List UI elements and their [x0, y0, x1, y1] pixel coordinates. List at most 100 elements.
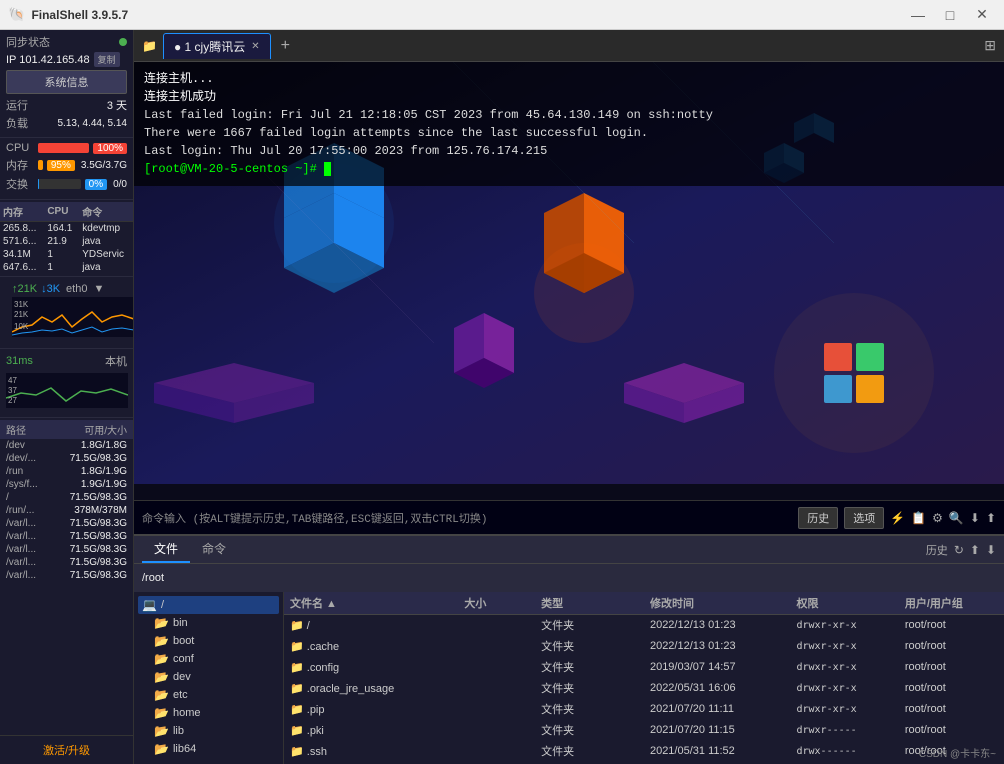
activate-section: 激活/升级: [0, 735, 133, 764]
tree-item[interactable]: 📂boot: [138, 632, 279, 650]
tree-item-label: lib: [173, 725, 184, 737]
file-size: [458, 657, 535, 678]
file-row[interactable]: 📁 .config 文件夹 2019/03/07 14:57 drwxr-xr-…: [284, 657, 1004, 678]
file-icon: 📁: [290, 620, 304, 632]
file-col-header[interactable]: 类型: [535, 592, 644, 615]
terminal[interactable]: 连接主机... 连接主机成功 Last failed login: Fri Ju…: [134, 62, 1004, 534]
file-mtime: 2021/05/31 11:52: [644, 741, 791, 762]
file-col-header[interactable]: 修改时间: [644, 592, 791, 615]
file-type: 文件夹: [535, 699, 644, 720]
copy-ip-button[interactable]: 复制: [94, 52, 120, 67]
titlebar: 🐚 FinalShell 3.9.5.7 — □ ✕: [0, 0, 1004, 30]
file-col-header[interactable]: 大小: [458, 592, 535, 615]
tree-item[interactable]: 💻/: [138, 596, 279, 614]
file-owner: root/root: [899, 720, 1004, 741]
file-mtime: 2022/12/13 01:23: [644, 636, 791, 657]
resources-section: CPU 100% 内存 95% 3.5G/3.7G 交换 0%: [0, 138, 133, 200]
search-icon[interactable]: 🔍: [949, 511, 964, 525]
disk-row: /dev1.8G/1.8G: [0, 439, 133, 452]
file-type: 文件夹: [535, 741, 644, 762]
proc-header-mem[interactable]: 内存: [0, 202, 44, 222]
folder-icon: 💻: [142, 598, 157, 612]
maximize-button[interactable]: □: [936, 4, 964, 26]
latency-chart: 47 37 27: [6, 373, 128, 408]
upload-icon[interactable]: ⬆: [986, 511, 996, 525]
settings-icon[interactable]: ⚙: [932, 511, 943, 525]
tab-commands[interactable]: 命令: [190, 536, 238, 563]
tab-session-1[interactable]: ● 1 cjy腾讯云 ✕: [163, 33, 271, 59]
term-line-2: 连接主机成功: [144, 88, 994, 106]
file-name: 📁 /: [284, 615, 458, 636]
disk-row: /var/l...71.5G/98.3G: [0, 556, 133, 569]
file-row[interactable]: 📁 / 文件夹 2022/12/13 01:23 drwxr-xr-x root…: [284, 615, 1004, 636]
add-tab-button[interactable]: +: [275, 37, 296, 55]
file-row[interactable]: 📁 .oracle_jre_usage 文件夹 2022/05/31 16:06…: [284, 678, 1004, 699]
copy-icon[interactable]: 📋: [911, 511, 926, 525]
svg-text:47: 47: [8, 376, 17, 385]
right-area: 📁 ● 1 cjy腾讯云 ✕ + ⊞: [134, 30, 1004, 764]
file-col-header[interactable]: 文件名 ▲: [284, 592, 458, 615]
file-row[interactable]: 📁 .pip 文件夹 2021/07/20 11:11 drwxr-xr-x r…: [284, 699, 1004, 720]
process-table: 内存 CPU 命令 265.8...164.1kdevtmp571.6...21…: [0, 202, 133, 274]
net-down-value: ↓3K: [41, 283, 60, 295]
history-icon[interactable]: 历史: [926, 542, 948, 558]
svg-text:21K: 21K: [14, 310, 29, 319]
tree-item-label: /: [161, 599, 164, 611]
lightning-icon[interactable]: ⚡: [890, 511, 905, 525]
file-row[interactable]: 📁 .pki 文件夹 2021/07/20 11:15 drwxr----- r…: [284, 720, 1004, 741]
grid-layout-icon[interactable]: ⊞: [984, 37, 996, 54]
tree-item[interactable]: 📂lib64: [138, 740, 279, 758]
swap-label: 交换: [6, 176, 34, 192]
file-panel: /root 💻/📂bin📂boot📂conf📂dev📂etc📂home📂lib📂…: [134, 564, 1004, 764]
tree-item-label: boot: [173, 635, 194, 647]
file-col-header[interactable]: 权限: [790, 592, 898, 615]
net-interface: eth0: [66, 283, 87, 295]
proc-header-cmd[interactable]: 命令: [79, 202, 133, 222]
process-row: 571.6...21.9java: [0, 235, 133, 248]
file-row[interactable]: 📁 .cache 文件夹 2022/12/13 01:23 drwxr-xr-x…: [284, 636, 1004, 657]
upload-file-icon[interactable]: ⬆: [970, 543, 980, 557]
disk-path: /dev: [6, 440, 25, 451]
command-bar: 命令输入 (按ALT键提示历史,TAB键路径,ESC键返回,双击CTRL切换) …: [134, 500, 1004, 534]
minimize-button[interactable]: —: [904, 4, 932, 26]
disk-path: /var/l...: [6, 531, 36, 542]
file-name: 📁 .pip: [284, 699, 458, 720]
tree-item-label: conf: [173, 653, 194, 665]
options-button[interactable]: 选项: [844, 507, 884, 529]
file-icon: 📁: [290, 704, 304, 716]
refresh-icon[interactable]: ↻: [954, 543, 964, 557]
folder-icon: 📂: [154, 706, 169, 720]
tab-close-icon[interactable]: ✕: [251, 41, 259, 52]
tab-files[interactable]: 文件: [142, 536, 190, 563]
net-dropdown-icon[interactable]: ▼: [93, 283, 104, 295]
app-title: FinalShell 3.9.5.7: [31, 8, 904, 22]
file-row[interactable]: 📁 .ssh 文件夹 2021/05/31 11:52 drwx------ r…: [284, 741, 1004, 762]
file-icon: 📁: [290, 746, 304, 758]
process-row: 647.6...1java: [0, 261, 133, 274]
file-mtime: 2022/05/31 16:06: [644, 678, 791, 699]
file-col-header[interactable]: 用户/用户组: [899, 592, 1004, 615]
folder-icon: 📂: [154, 688, 169, 702]
tree-item[interactable]: 📂lib: [138, 722, 279, 740]
tree-item[interactable]: 📂dev: [138, 668, 279, 686]
file-size: [458, 699, 535, 720]
disk-path: /var/l...: [6, 570, 36, 581]
history-button[interactable]: 历史: [798, 507, 838, 529]
network-chart: 31K 21K 10K: [12, 297, 134, 337]
proc-header-cpu[interactable]: CPU: [44, 202, 79, 222]
file-icon: 📁: [290, 683, 304, 695]
disk-avail: 71.5G/98.3G: [70, 557, 127, 568]
sys-info-button[interactable]: 系统信息: [6, 70, 127, 94]
svg-text:37: 37: [8, 386, 17, 395]
download-icon[interactable]: ⬇: [970, 511, 980, 525]
tree-item[interactable]: 📂home: [138, 704, 279, 722]
close-button[interactable]: ✕: [968, 4, 996, 26]
mem-value: 3.5G/3.7G: [81, 160, 127, 171]
download-file-icon[interactable]: ⬇: [986, 543, 996, 557]
activate-button[interactable]: 激活/升级: [4, 740, 129, 760]
app-icon: 🐚: [8, 6, 25, 23]
tree-item[interactable]: 📂conf: [138, 650, 279, 668]
file-name: 📁 .config: [284, 657, 458, 678]
tree-item[interactable]: 📂etc: [138, 686, 279, 704]
tree-item[interactable]: 📂bin: [138, 614, 279, 632]
